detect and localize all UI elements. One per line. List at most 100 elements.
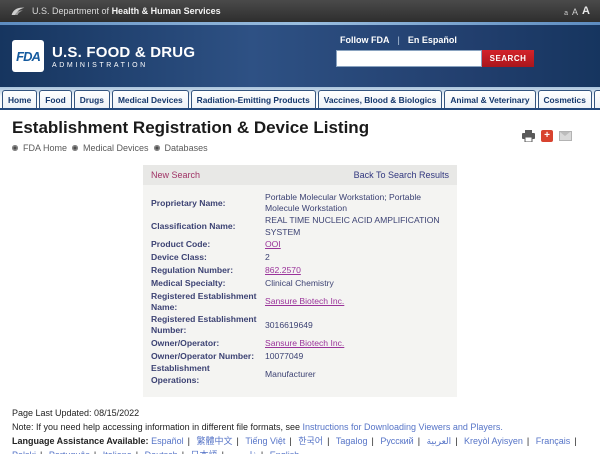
fda-header: FDA U.S. FOOD & DRUG ADMINISTRATION Foll…: [0, 25, 600, 87]
font-size-small-button[interactable]: a: [564, 10, 568, 17]
table-row: Regulation Number:862.2570: [151, 265, 449, 277]
row-label: Owner/Operator Number:: [151, 351, 265, 362]
page-action-icons: +: [522, 130, 572, 142]
gov-bar: U.S. Department of Health & Human Servic…: [0, 0, 600, 22]
header-search-input[interactable]: [336, 50, 482, 67]
nav-tab-cosmetics[interactable]: Cosmetics: [538, 90, 592, 108]
nav-tab-food[interactable]: Food: [39, 90, 71, 108]
row-label: Registered Establishment Name:: [151, 291, 265, 313]
email-icon[interactable]: [559, 131, 572, 141]
medical-specialty-value: Clinical Chemistry: [265, 278, 334, 289]
follow-fda-link[interactable]: Follow FDA: [340, 35, 408, 45]
row-label: Product Code:: [151, 239, 265, 250]
formats-note: Note: If you need help accessing informa…: [12, 421, 588, 435]
table-row: Device Class:2: [151, 252, 449, 264]
results-panel: New Search Back To Search Results Propri…: [143, 165, 457, 397]
table-row: Registered Establishment Number:30166196…: [151, 314, 449, 336]
nav-tab-medical-devices[interactable]: Medical Devices: [112, 90, 189, 108]
viewers-players-link[interactable]: Instructions for Downloading Viewers and…: [303, 422, 503, 432]
language-assistance: Language Assistance Available: Español 繁…: [12, 435, 588, 454]
results-panel-header: New Search Back To Search Results: [143, 165, 457, 185]
breadcrumb-fda-home[interactable]: FDA Home: [23, 143, 67, 153]
language-link[interactable]: Português: [49, 450, 100, 454]
breadcrumb-medical-devices[interactable]: Medical Devices: [83, 143, 149, 153]
table-row: Establishment Operations:Manufacturer: [151, 363, 449, 385]
product-code-link[interactable]: OOI: [265, 239, 281, 250]
language-link[interactable]: Русский: [380, 436, 424, 446]
brand-line2: ADMINISTRATION: [52, 62, 195, 69]
page-last-updated: Page Last Updated: 08/15/2022: [12, 407, 588, 421]
row-label: Owner/Operator:: [151, 338, 265, 349]
language-link[interactable]: Italiano: [103, 450, 142, 454]
table-row: Medical Specialty:Clinical Chemistry: [151, 278, 449, 290]
back-to-search-results-link[interactable]: Back To Search Results: [354, 170, 449, 180]
language-link[interactable]: Kreyòl Ayisyen: [464, 436, 533, 446]
new-search-link[interactable]: New Search: [151, 170, 200, 180]
font-size-controls: a A A: [564, 5, 590, 17]
proprietary-name-value: Portable Molecular Workstation; Portable…: [265, 192, 449, 214]
registered-establishment-name-link[interactable]: Sansure Biotech Inc.: [265, 296, 344, 307]
table-row: Product Code:OOI: [151, 239, 449, 251]
classification-name-value: REAL TIME NUCLEIC ACID AMPLIFICATION SYS…: [265, 215, 449, 237]
breadcrumb-bullet-icon: [72, 145, 78, 151]
row-label: Regulation Number:: [151, 265, 265, 276]
print-icon[interactable]: [522, 130, 535, 142]
table-row: Owner/Operator:Sansure Biotech Inc.: [151, 337, 449, 349]
registered-establishment-number-value: 3016619649: [265, 320, 313, 331]
language-link[interactable]: Español: [151, 436, 194, 446]
footnotes: Page Last Updated: 08/15/2022 Note: If y…: [12, 407, 588, 454]
row-label: Classification Name:: [151, 221, 265, 232]
table-row: Registered Establishment Name:Sansure Bi…: [151, 291, 449, 313]
language-link[interactable]: العربية: [427, 436, 462, 446]
hhs-eagle-icon: [10, 4, 26, 18]
language-link[interactable]: Deutsch: [145, 450, 188, 454]
gov-bar-text: U.S. Department of Health & Human Servic…: [32, 6, 221, 16]
table-row: Proprietary Name:Portable Molecular Work…: [151, 192, 449, 214]
nav-tab-home[interactable]: Home: [2, 90, 37, 108]
language-link[interactable]: فارسی: [230, 450, 267, 454]
main-nav: Home Food Drugs Medical Devices Radiatio…: [0, 87, 600, 110]
brand-line1: U.S. FOOD & DRUG: [52, 44, 195, 61]
nav-tab-tobacco-products[interactable]: Tobacco Products: [594, 90, 600, 108]
breadcrumb-bullet-icon: [12, 145, 18, 151]
main-content: Establishment Registration & Device List…: [0, 110, 600, 454]
nav-tab-radiation-emitting-products[interactable]: Radiation-Emitting Products: [191, 90, 316, 108]
fda-logo[interactable]: FDA: [12, 40, 44, 72]
language-link[interactable]: Tagalog: [336, 436, 378, 446]
header-search-button[interactable]: SEARCH: [482, 50, 534, 67]
language-link[interactable]: Tiếng Việt: [245, 436, 295, 446]
font-size-large-button[interactable]: A: [582, 5, 590, 17]
fda-brand: U.S. FOOD & DRUG ADMINISTRATION: [52, 44, 195, 69]
breadcrumb: FDA Home Medical Devices Databases: [12, 143, 600, 153]
header-search: SEARCH: [336, 50, 566, 67]
breadcrumb-bullet-icon: [154, 145, 160, 151]
language-link[interactable]: 繁體中文: [196, 436, 242, 446]
page-title: Establishment Registration & Device List…: [12, 118, 600, 138]
owner-operator-number-value: 10077049: [265, 351, 303, 362]
en-espanol-link[interactable]: En Español: [408, 35, 457, 45]
device-class-value: 2: [265, 252, 270, 263]
header-links: Follow FDA En Español: [340, 35, 566, 45]
language-link[interactable]: 한국어: [298, 436, 333, 446]
row-label: Device Class:: [151, 252, 265, 263]
language-assistance-label: Language Assistance Available:: [12, 436, 151, 446]
row-label: Registered Establishment Number:: [151, 314, 265, 336]
language-link[interactable]: Français: [536, 436, 581, 446]
nav-tab-animal-veterinary[interactable]: Animal & Veterinary: [444, 90, 535, 108]
language-link[interactable]: Polski: [12, 450, 46, 454]
nav-tab-drugs[interactable]: Drugs: [74, 90, 110, 108]
font-size-medium-button[interactable]: A: [572, 7, 578, 17]
row-label: Establishment Operations:: [151, 363, 265, 385]
row-label: Proprietary Name:: [151, 198, 265, 209]
owner-operator-link[interactable]: Sansure Biotech Inc.: [265, 338, 344, 349]
results-panel-body: Proprietary Name:Portable Molecular Work…: [143, 185, 457, 397]
row-label: Medical Specialty:: [151, 278, 265, 289]
language-link[interactable]: 日本語: [191, 450, 228, 454]
regulation-number-link[interactable]: 862.2570: [265, 265, 301, 276]
share-icon[interactable]: +: [541, 130, 553, 142]
nav-tab-vaccines-blood-biologics[interactable]: Vaccines, Blood & Biologics: [318, 90, 443, 108]
table-row: Owner/Operator Number:10077049: [151, 350, 449, 362]
breadcrumb-databases[interactable]: Databases: [165, 143, 208, 153]
language-link[interactable]: English: [270, 450, 300, 454]
establishment-operations-value: Manufacturer: [265, 369, 316, 380]
